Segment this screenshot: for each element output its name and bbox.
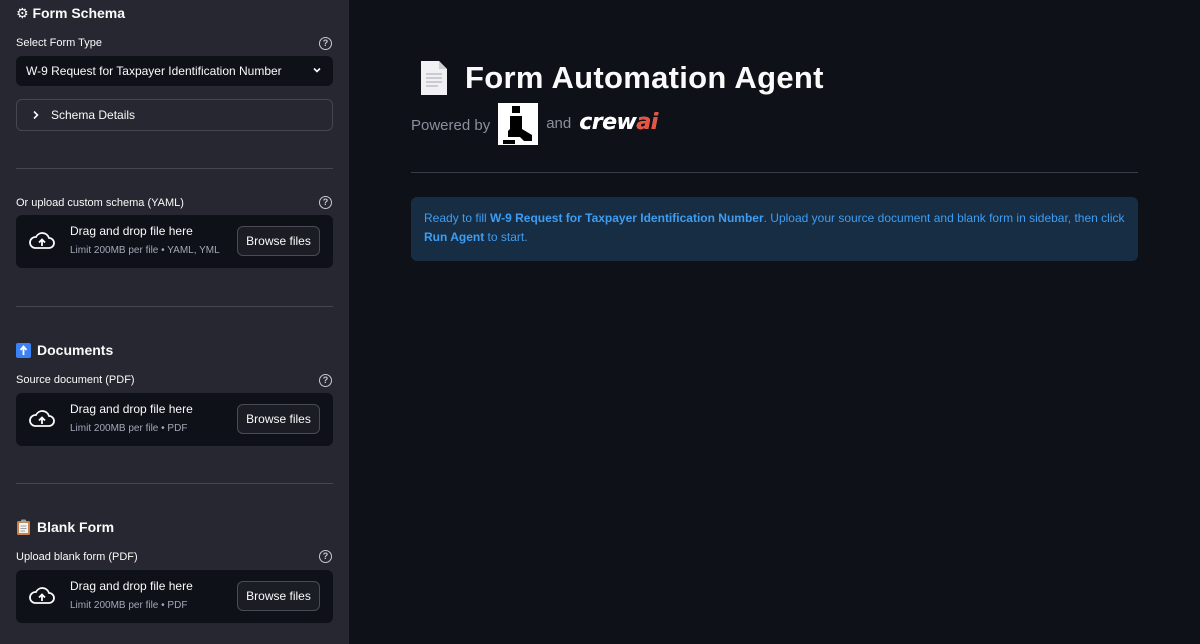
browse-files-button[interactable]: Browse files (237, 404, 320, 434)
divider (16, 168, 333, 169)
documents-title: Documents (37, 342, 114, 358)
cloud-upload-icon (29, 232, 55, 249)
form-type-label: Select Form Type (16, 37, 102, 49)
blank-form-label: Upload blank form (PDF) (16, 551, 138, 563)
browse-files-button[interactable]: Browse files (237, 226, 320, 256)
form-type-select[interactable]: W-9 Request for Taxpayer Identification … (16, 56, 333, 86)
form-schema-header: ⚙ Form Schema (16, 5, 125, 22)
schema-details-label: Schema Details (51, 108, 136, 122)
form-schema-title: ⚙ Form Schema (16, 5, 126, 21)
llamaindex-logo (498, 103, 539, 145)
cloud-upload-icon (29, 410, 55, 427)
clipboard-icon (17, 519, 30, 535)
blank-form-title: Blank Form (37, 519, 115, 535)
documents-header: Documents (16, 342, 113, 358)
divider (411, 172, 1138, 173)
chevron-right-icon (33, 110, 39, 120)
form-type-value: W-9 Request for Taxpayer Identification … (26, 64, 282, 78)
document-icon (421, 61, 447, 95)
divider (16, 306, 333, 307)
help-icon[interactable]: ? (319, 37, 332, 50)
source-doc-dropzone[interactable]: Drag and drop file here Limit 200MB per … (16, 393, 333, 446)
and-label: and (546, 114, 572, 132)
file-limit-text: Limit 200MB per file • YAML, YML (70, 245, 220, 256)
cloud-upload-icon (29, 587, 55, 604)
upload-arrow-icon (16, 342, 31, 358)
help-icon[interactable]: ? (319, 550, 332, 563)
crewai-logo: crewai (579, 109, 658, 135)
page-header: Form Automation Agent (419, 60, 824, 96)
alert-suffix: to start. (484, 230, 528, 244)
powered-by: Powered by and crewai (411, 103, 658, 145)
drag-drop-text: Drag and drop file here (70, 224, 193, 238)
blank-form-header: Blank Form (16, 519, 114, 535)
custom-schema-dropzone[interactable]: Drag and drop file here Limit 200MB per … (16, 215, 333, 268)
chevron-down-icon (313, 67, 321, 73)
help-icon[interactable]: ? (319, 196, 332, 209)
blank-form-dropzone[interactable]: Drag and drop file here Limit 200MB per … (16, 570, 333, 623)
schema-details-expander[interactable]: Schema Details (16, 99, 333, 131)
alert-form-name: W-9 Request for Taxpayer Identification … (490, 211, 764, 225)
drag-drop-text: Drag and drop file here (70, 402, 193, 416)
file-limit-text: Limit 200MB per file • PDF (70, 423, 188, 434)
custom-schema-label: Or upload custom schema (YAML) (16, 197, 184, 209)
alert-middle: . Upload your source document and blank … (763, 211, 1125, 225)
info-alert: Ready to fill W-9 Request for Taxpayer I… (411, 197, 1138, 261)
sidebar: ⚙ Form Schema Select Form Type ? W-9 Req… (0, 0, 349, 644)
file-limit-text: Limit 200MB per file • PDF (70, 600, 188, 611)
alert-prefix: Ready to fill (424, 211, 491, 225)
page-title: Form Automation Agent (465, 60, 824, 95)
divider (16, 483, 333, 484)
powered-by-label: Powered by (411, 116, 491, 134)
drag-drop-text: Drag and drop file here (70, 579, 193, 593)
alert-button-ref: Run Agent (424, 230, 485, 244)
source-doc-label: Source document (PDF) (16, 374, 135, 386)
browse-files-button[interactable]: Browse files (237, 581, 320, 611)
main-content: Form Automation Agent Powered by and cre… (349, 0, 1200, 644)
help-icon[interactable]: ? (319, 374, 332, 387)
